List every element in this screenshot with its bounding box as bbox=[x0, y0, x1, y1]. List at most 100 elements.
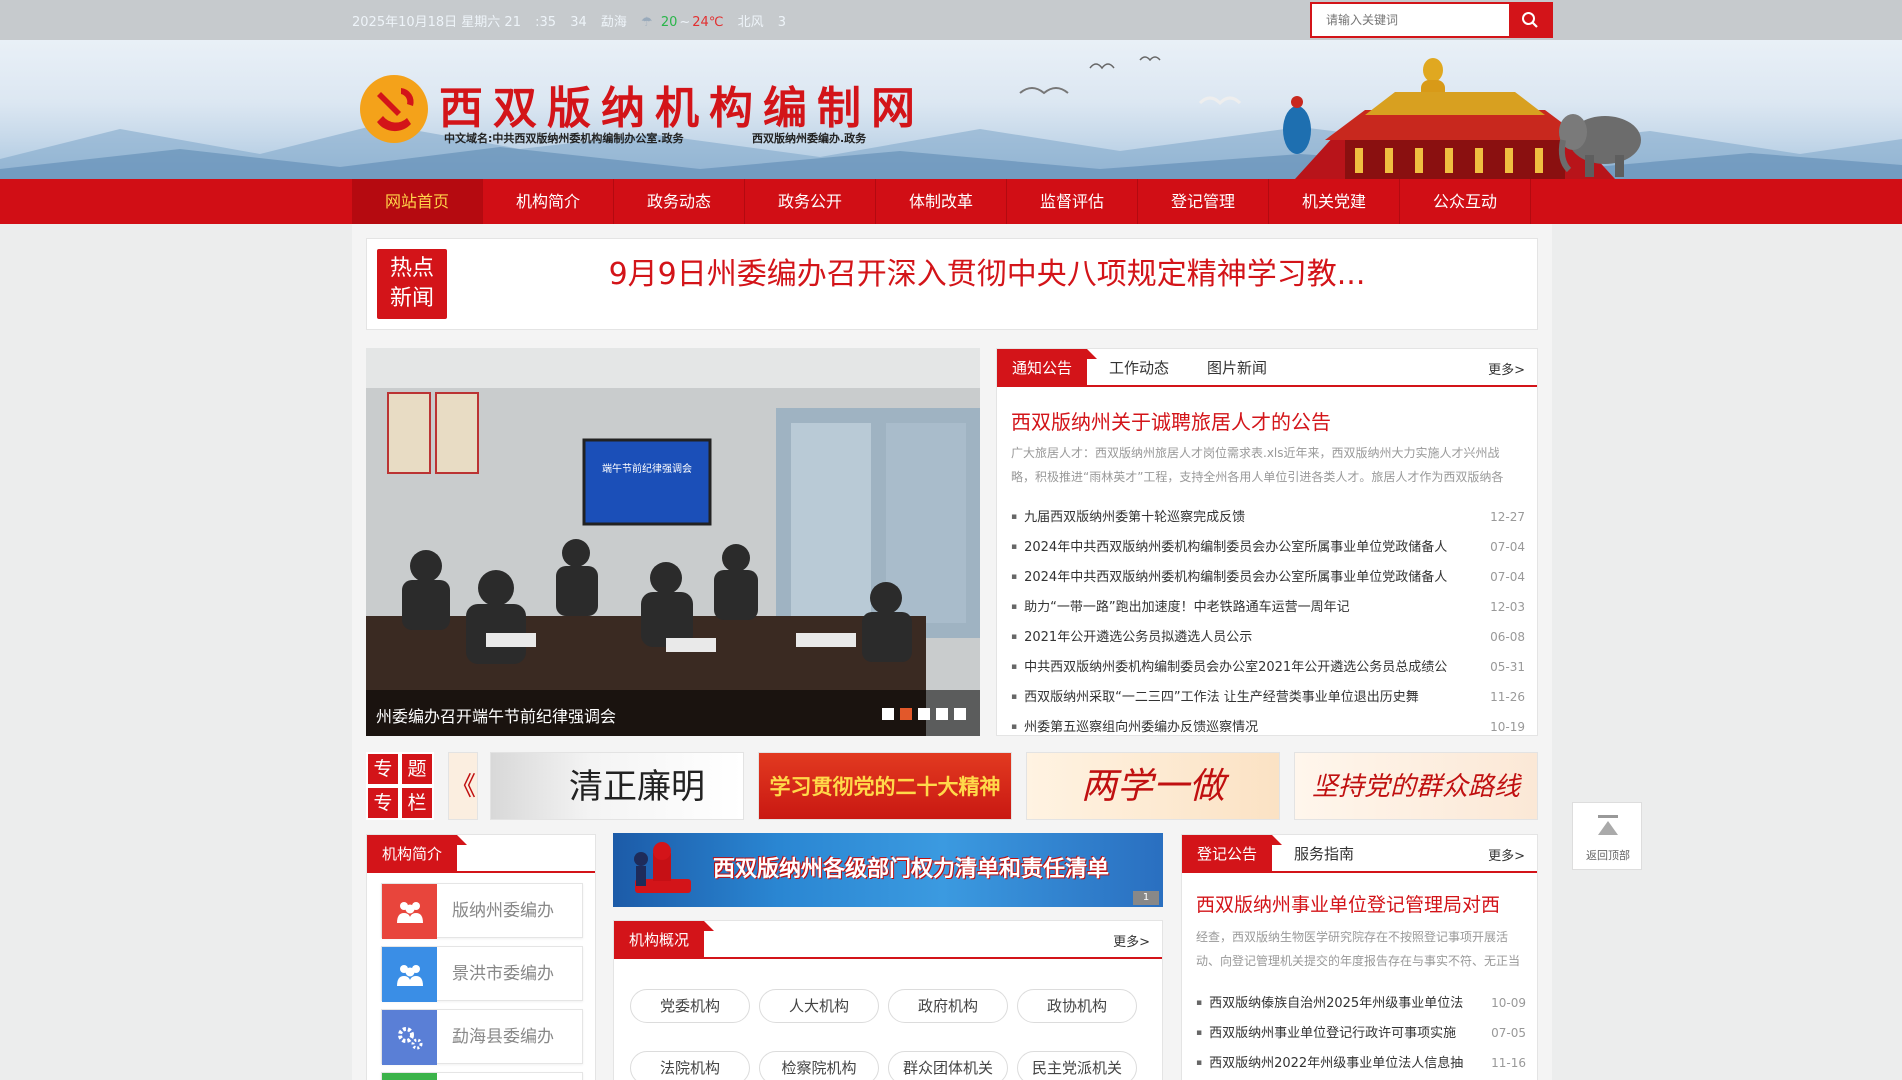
back-to-top-button[interactable]: 返回顶部 bbox=[1572, 802, 1642, 870]
list-item[interactable]: 2021年公开遴选公务员拟遴选人员公示 06-08 bbox=[1011, 622, 1525, 652]
partial-banner-glyph: 《 bbox=[449, 772, 476, 802]
top-bar: 2025年10月18日 星期六 21 :35 34 勐海 ☂ 20 ~24℃ 北风… bbox=[0, 0, 1902, 40]
birds-decoration bbox=[1019, 56, 1242, 106]
pill-npc-orgs[interactable]: 人大机构 bbox=[759, 989, 879, 1023]
temple-elephant-illustration bbox=[1283, 58, 1641, 179]
hot-news-bar: 热点 新闻 9月9日州委编办召开深入贯彻中央八项规定精神学习教... bbox=[366, 238, 1538, 330]
org-item-jinghong[interactable]: 景洪市委编办 bbox=[381, 946, 583, 1002]
list-item-date: 11-16 bbox=[1491, 1056, 1526, 1070]
site-subtitle-domain: 中文域名:中共西双版纳州委机构编制办公室.政务 bbox=[444, 132, 684, 145]
slide-dot[interactable] bbox=[918, 708, 930, 720]
list-item-title: 州委第五巡察组向州委编办反馈巡察情况 bbox=[1011, 712, 1471, 742]
topic-banner-partial[interactable]: 《 bbox=[448, 752, 478, 820]
list-item-title: 西双版纳州采取“一二三四”工作法 让生产经营类事业单位退出历史舞 bbox=[1011, 682, 1471, 712]
registration-tabbar: 登记公告 服务指南 更多> bbox=[1182, 835, 1537, 873]
hot-news-headline[interactable]: 9月9日州委编办召开深入贯彻中央八项规定精神学习教... bbox=[487, 239, 1487, 331]
list-item[interactable]: 西双版纳州2022年州级事业单位法人信息抽 11-16 bbox=[1196, 1048, 1526, 1078]
tab-org-intro[interactable]: 机构简介 bbox=[367, 835, 468, 873]
main-nav: 网站首页 机构简介 政务动态 政务公开 体制改革 监督评估 登记管理 机关党建 … bbox=[0, 179, 1902, 224]
org-item-state[interactable]: 版纳州委编办 bbox=[381, 883, 583, 939]
registration-more-link[interactable]: 更多> bbox=[1488, 845, 1525, 864]
tab-service-guide[interactable]: 服务指南 bbox=[1294, 835, 1354, 873]
notice-lead-title[interactable]: 西双版纳州关于诚聘旅居人才的公告 bbox=[1011, 406, 1331, 435]
list-item-date: 11-26 bbox=[1490, 690, 1525, 704]
list-item-date: 10-19 bbox=[1490, 720, 1525, 734]
nav-item-registration[interactable]: 登记管理 bbox=[1138, 179, 1269, 224]
org-overview-tabbar: 机构概况 更多> bbox=[614, 921, 1162, 959]
pill-party-orgs[interactable]: 党委机构 bbox=[630, 989, 750, 1023]
list-item[interactable]: 中共西双版纳州委机构编制委员会办公室2021年公开遴选公务员总成绩公 05-31 bbox=[1011, 652, 1525, 682]
nav-item-reform[interactable]: 体制改革 bbox=[876, 179, 1007, 224]
list-item[interactable]: 西双版纳州采取“一二三四”工作法 让生产经营类事业单位退出历史舞 11-26 bbox=[1011, 682, 1525, 712]
list-item[interactable]: 西双版纳傣族自治州2025年州级事业单位法 10-09 bbox=[1196, 988, 1526, 1018]
main-nav-inner: 网站首页 机构简介 政务动态 政务公开 体制改革 监督评估 登记管理 机关党建 … bbox=[352, 179, 1532, 224]
notice-more-link[interactable]: 更多> bbox=[1488, 359, 1525, 378]
search-button[interactable] bbox=[1509, 4, 1551, 36]
list-item[interactable]: 2024年中共西双版纳州委机构编制委员会办公室所属事业单位党政储备人 07-04 bbox=[1011, 562, 1525, 592]
tab-notices[interactable]: 通知公告 bbox=[997, 349, 1098, 387]
topic-banner-two-studies[interactable]: 两学一做 bbox=[1026, 752, 1280, 820]
top-bar-inner: 2025年10月18日 星期六 21 :35 34 勐海 ☂ 20 ~24℃ 北风… bbox=[352, 0, 1553, 40]
temp-low: 20 bbox=[660, 15, 678, 30]
slide-dot[interactable] bbox=[936, 708, 948, 720]
pill-court-orgs[interactable]: 法院机构 bbox=[630, 1051, 750, 1080]
site-subtitle-short: 西双版纳州委编办.政务 bbox=[752, 132, 867, 145]
list-item-date: 07-05 bbox=[1491, 1026, 1526, 1040]
list-item-title: 西双版纳州事业单位登记行政许可事项实施 bbox=[1196, 1018, 1481, 1048]
topic-banner-20th-congress[interactable]: 学习贯彻党的二十大精神 bbox=[758, 752, 1012, 820]
pill-government-orgs[interactable]: 政府机构 bbox=[888, 989, 1008, 1023]
tab-registration-notices[interactable]: 登记公告 bbox=[1182, 835, 1283, 873]
nav-item-interaction[interactable]: 公众互动 bbox=[1400, 179, 1531, 224]
slide-dot-active[interactable] bbox=[900, 708, 912, 720]
notice-list: 九届西双版纳州委第十轮巡察完成反馈 12-27 2024年中共西双版纳州委机构编制… bbox=[1011, 502, 1525, 742]
org-overview-panel: 机构概况 更多> 党委机构 人大机构 政府机构 政协机构 法院机构 检察院机构 … bbox=[613, 920, 1163, 1080]
photo-slider[interactable]: 端午节前纪律强调会 州委编办召开端午节前纪律强调会 bbox=[366, 348, 980, 736]
tab-org-overview[interactable]: 机构概况 bbox=[614, 921, 715, 959]
topic-label-char: 专 bbox=[368, 788, 398, 818]
nav-item-disclosure[interactable]: 政务公开 bbox=[745, 179, 876, 224]
pill-procuratorate-orgs[interactable]: 检察院机构 bbox=[759, 1051, 879, 1080]
list-item[interactable]: 州委第五巡察组向州委编办反馈巡察情况 10-19 bbox=[1011, 712, 1525, 742]
aqi2-text: 34 bbox=[570, 15, 587, 30]
org-item-name: 勐海县委编办 bbox=[452, 1027, 554, 1047]
list-item-date: 10-09 bbox=[1491, 996, 1526, 1010]
org-item-name: 版纳州委编办 bbox=[452, 901, 554, 921]
city-text: 勐海 bbox=[600, 15, 627, 30]
nav-item-home[interactable]: 网站首页 bbox=[352, 179, 483, 224]
registration-list: 西双版纳傣族自治州2025年州级事业单位法 10-09 西双版纳州事业单位登记行政… bbox=[1196, 988, 1526, 1078]
pill-cppcc-orgs[interactable]: 政协机构 bbox=[1017, 989, 1137, 1023]
nav-item-news[interactable]: 政务动态 bbox=[614, 179, 745, 224]
slide-dot[interactable] bbox=[954, 708, 966, 720]
registration-lead-title[interactable]: 西双版纳州事业单位登记管理局对西 bbox=[1196, 890, 1526, 917]
search-input[interactable] bbox=[1312, 4, 1507, 36]
org-item-menghai[interactable]: 勐海县委编办 bbox=[381, 1009, 583, 1065]
slide-caption-bar: 州委编办召开端午节前纪律强调会 bbox=[366, 690, 980, 736]
org-overview-more-link[interactable]: 更多> bbox=[1113, 931, 1150, 950]
nav-item-about[interactable]: 机构简介 bbox=[483, 179, 614, 224]
pill-mass-org-offices[interactable]: 群众团体机关 bbox=[888, 1051, 1008, 1080]
list-item[interactable]: 助力“一带一路”跑出加速度！中老铁路通车运营一周年记 12-03 bbox=[1011, 592, 1525, 622]
site-title: 西双版纳机构编制网 bbox=[439, 83, 925, 134]
list-item[interactable]: 九届西双版纳州委第十轮巡察完成反馈 12-27 bbox=[1011, 502, 1525, 532]
power-list-banner[interactable]: 西双版纳州各级部门权力清单和责任清单 1 bbox=[613, 833, 1163, 907]
slide-dot[interactable] bbox=[882, 708, 894, 720]
topic-banner-integrity[interactable]: 清正廉明 bbox=[490, 752, 744, 820]
topic-banner-mass-line[interactable]: 坚持党的群众路线 bbox=[1294, 752, 1538, 820]
org-item-partial[interactable] bbox=[381, 1072, 583, 1080]
hot-news-badge: 热点 新闻 bbox=[377, 249, 447, 319]
pill-democratic-party-offices[interactable]: 民主党派机关 bbox=[1017, 1051, 1137, 1080]
nav-item-party[interactable]: 机关党建 bbox=[1269, 179, 1400, 224]
list-item-title: 九届西双版纳州委第十轮巡察完成反馈 bbox=[1011, 502, 1471, 532]
nav-item-evaluation[interactable]: 监督评估 bbox=[1007, 179, 1138, 224]
site-header: 西双版纳机构编制网 中文域名:中共西双版纳州委机构编制办公室.政务 西双版纳州委… bbox=[0, 40, 1902, 179]
tab-photo-news[interactable]: 图片新闻 bbox=[1207, 349, 1267, 387]
list-item-title: 助力“一带一路”跑出加速度！中老铁路通车运营一周年记 bbox=[1011, 592, 1471, 622]
topic-banner-text: 清正廉明 bbox=[569, 767, 705, 807]
list-item-date: 12-03 bbox=[1490, 600, 1525, 614]
tab-work-news[interactable]: 工作动态 bbox=[1109, 349, 1169, 387]
list-item[interactable]: 西双版纳州事业单位登记行政许可事项实施 07-05 bbox=[1196, 1018, 1526, 1048]
org-intro-tabbar: 机构简介 bbox=[367, 835, 595, 873]
list-item[interactable]: 2024年中共西双版纳州委机构编制委员会办公室所属事业单位党政储备人 07-04 bbox=[1011, 532, 1525, 562]
arrow-up-icon bbox=[1598, 815, 1618, 835]
search-box bbox=[1310, 2, 1553, 38]
